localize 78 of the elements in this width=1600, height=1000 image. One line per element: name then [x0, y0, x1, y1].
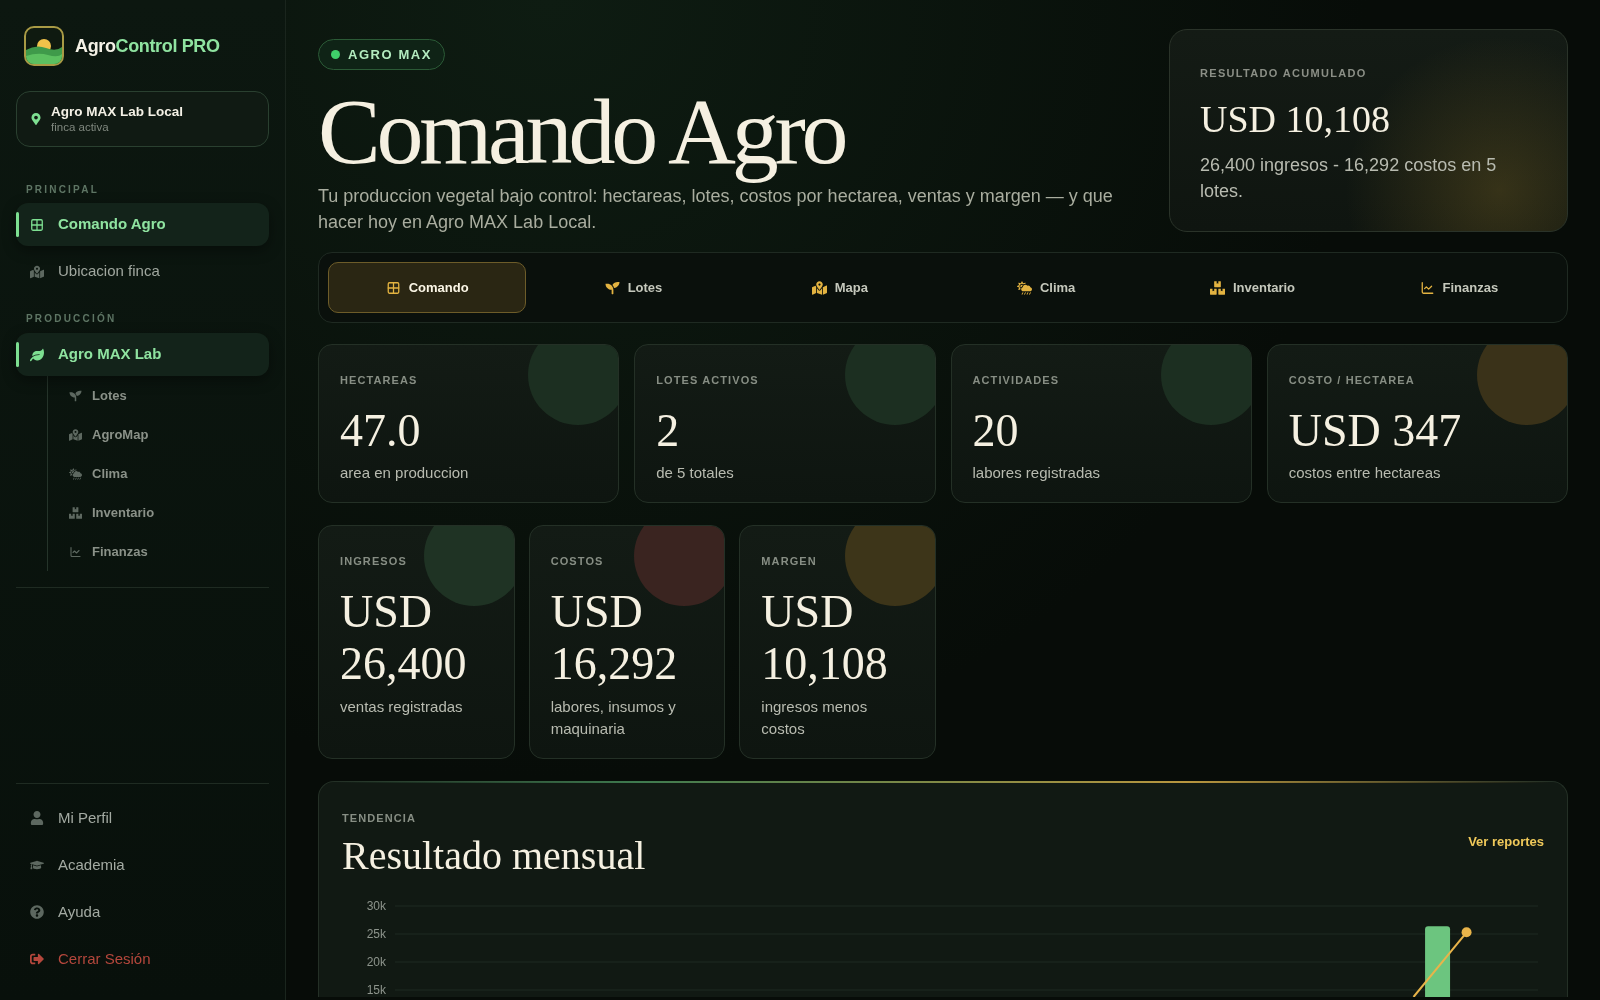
- tab[interactable]: Clima: [947, 262, 1146, 313]
- map-icon: [811, 280, 827, 295]
- chart-title: Resultado mensual: [342, 834, 646, 878]
- sidebar-subitem[interactable]: Finanzas: [48, 532, 269, 571]
- stat-label: HECTAREAS: [340, 373, 419, 387]
- axis-label: 30k: [366, 899, 386, 913]
- leaf-icon: [30, 347, 44, 362]
- section-title: PRINCIPAL: [25, 184, 100, 196]
- section-title: PRODUCCIÓN: [25, 313, 118, 325]
- reports-link[interactable]: Ver reportes: [1468, 834, 1544, 850]
- chart-eyebrow: TENDENCIA: [342, 811, 418, 825]
- result-label: RESULTADO ACUMULADO: [1200, 66, 1368, 80]
- tab[interactable]: Finanzas: [1359, 262, 1558, 313]
- map-icon: [69, 428, 82, 441]
- sprout-icon: [604, 280, 620, 295]
- boxes-icon: [69, 506, 82, 519]
- stat-caption: labores, insumos y maquinaria: [550, 697, 677, 739]
- stat-label: LOTES ACTIVOS: [656, 373, 760, 387]
- stat-value: USD 26,400: [340, 586, 468, 690]
- result-value: USD 10,108: [1200, 97, 1392, 141]
- boxes-icon: [1209, 280, 1225, 295]
- status-badge: AGRO MAX: [318, 39, 445, 70]
- sidebar-item[interactable]: Ayuda: [16, 892, 269, 932]
- stat-label: COSTOS: [550, 554, 605, 568]
- stat-label: INGRESOS: [340, 554, 408, 568]
- stat-value: 47.0: [340, 405, 422, 457]
- stat-value: 2: [656, 405, 681, 457]
- farm-name: Agro MAX Lab Local: [51, 103, 183, 120]
- page-title: Comando Agro: [318, 79, 846, 183]
- sidebar-item[interactable]: Agro MAX Lab: [16, 333, 269, 376]
- stat-caption: costos entre hectareas: [1288, 463, 1442, 483]
- tab[interactable]: Mapa: [740, 262, 939, 313]
- stat-value: USD 16,292: [550, 586, 679, 690]
- help-icon: [30, 905, 44, 919]
- axis-label: 15k: [366, 983, 386, 997]
- axis-label: 20k: [366, 955, 386, 969]
- sidebar-item[interactable]: Ubicacion finca: [16, 250, 269, 293]
- brand-name: AgroControl PRO: [75, 34, 220, 58]
- stat-value: USD 10,108: [761, 586, 889, 690]
- user-icon: [30, 811, 44, 825]
- stat-label: ACTIVIDADES: [972, 373, 1061, 387]
- sidebar-subitem[interactable]: Lotes: [48, 376, 269, 415]
- graduation-cap-icon: [30, 858, 44, 872]
- stat-label: COSTO / HECTAREA: [1288, 373, 1416, 387]
- stat-caption: ingresos menos costos: [761, 697, 869, 739]
- cloud-sun-icon: [69, 467, 82, 480]
- page-subtitle: Tu produccion vegetal bajo control: hectareas, lotes, costos por hectarea, ventas y margen — y que hacer hoy en Agro MAX Lab Local.: [318, 185, 1114, 234]
- stat-caption: area en produccion: [340, 463, 470, 483]
- grid-icon: [30, 217, 44, 232]
- sidebar-item[interactable]: Academia: [16, 845, 269, 885]
- cloud-sun-icon: [1016, 280, 1032, 295]
- sidebar-subitem[interactable]: AgroMap: [48, 415, 269, 454]
- sidebar-subitem[interactable]: Inventario: [48, 493, 269, 532]
- result-detail: 26,400 ingresos - 16,292 costos en 5 lotes.: [1200, 154, 1498, 203]
- logout-icon: [30, 952, 44, 966]
- stat-caption: ventas registradas: [340, 697, 464, 717]
- sidebar-subitem[interactable]: Clima: [48, 454, 269, 493]
- map-icon: [30, 264, 44, 279]
- axis-label: 25k: [366, 927, 386, 941]
- tab[interactable]: Lotes: [534, 262, 733, 313]
- tab[interactable]: Inventario: [1153, 262, 1352, 313]
- grid-icon: [385, 280, 401, 295]
- stat-caption: labores registradas: [972, 463, 1102, 483]
- farm-caption: finca activa: [51, 120, 110, 135]
- tab[interactable]: Comando: [328, 262, 527, 313]
- farm-selector[interactable]: Agro MAX Lab Local finca activa: [16, 91, 269, 147]
- sidebar-item[interactable]: Cerrar Sesión: [16, 939, 269, 979]
- sidebar-item[interactable]: Mi Perfil: [16, 798, 269, 838]
- stat-caption: de 5 totales: [656, 463, 735, 483]
- sprout-icon: [69, 389, 82, 402]
- location-pin-icon: [31, 113, 41, 125]
- line-chart-icon: [69, 545, 82, 558]
- sun-hills-logo-icon: [24, 26, 64, 66]
- sidebar-item[interactable]: Comando Agro: [16, 203, 269, 246]
- stat-label: MARGEN: [761, 554, 818, 568]
- stat-value: 20: [972, 405, 1020, 457]
- stat-value: USD 347: [1288, 405, 1463, 457]
- line-chart-icon: [1419, 280, 1435, 295]
